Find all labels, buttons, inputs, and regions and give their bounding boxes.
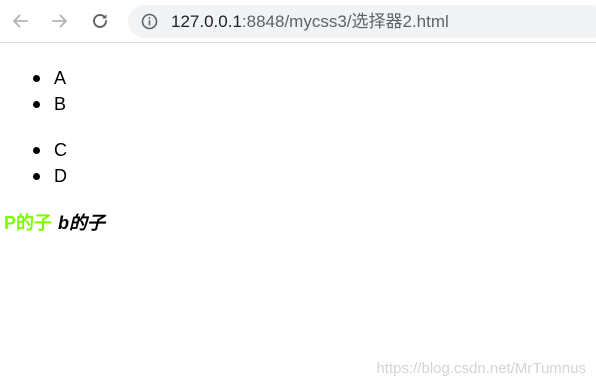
browser-toolbar: 127.0.0.1:8848/mycss3/选择器2.html xyxy=(0,0,596,43)
url-text[interactable]: 127.0.0.1:8848/mycss3/选择器2.html xyxy=(171,12,449,31)
forward-arrow-icon xyxy=(52,14,67,28)
url-host: 127.0.0.1 xyxy=(171,12,242,31)
list-item: C xyxy=(33,137,67,163)
reload-icon xyxy=(93,14,107,28)
list-item: D xyxy=(33,163,67,189)
info-icon[interactable] xyxy=(141,13,158,30)
url-path: :8848/mycss3/选择器2.html xyxy=(241,12,449,31)
list-item: A xyxy=(33,65,66,91)
address-bar[interactable]: 127.0.0.1:8848/mycss3/选择器2.html xyxy=(128,5,596,38)
list-1: A B xyxy=(33,65,66,117)
list-item: B xyxy=(33,91,66,117)
forward-button[interactable] xyxy=(47,8,73,34)
back-button[interactable] xyxy=(7,8,33,34)
back-arrow-icon xyxy=(13,14,28,28)
list-2: C D xyxy=(33,137,67,189)
p-child-text: P的子 xyxy=(4,213,53,233)
b-child-text: b的子 xyxy=(58,213,106,233)
paragraph: P的子 b的子 xyxy=(4,210,105,236)
watermark: https://blog.csdn.net/MrTumnus xyxy=(376,360,586,377)
page-content: A B C D P的子 b的子 xyxy=(0,43,596,385)
reload-button[interactable] xyxy=(87,8,113,34)
